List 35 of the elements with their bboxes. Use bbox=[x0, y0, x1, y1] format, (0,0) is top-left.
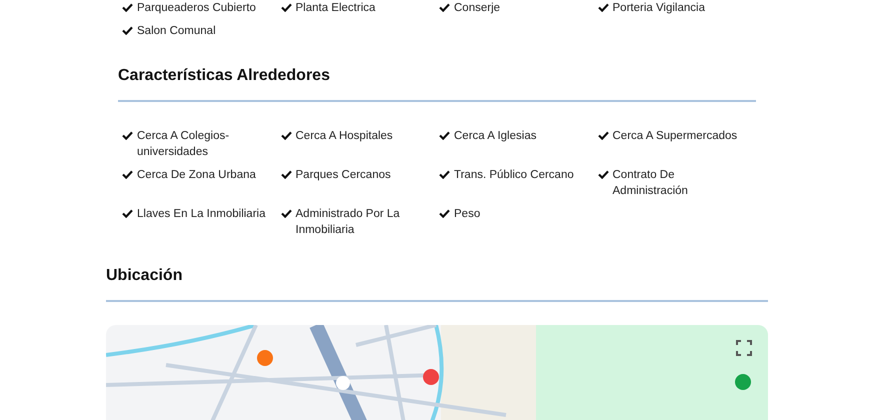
feature-label: Cerca A Iglesias bbox=[454, 129, 538, 144]
check-icon bbox=[439, 131, 450, 140]
feature-label: Contrato De Administración bbox=[612, 168, 689, 199]
feature-label: Administrado Por La Inmobiliaria bbox=[296, 207, 401, 238]
check-icon bbox=[439, 209, 450, 218]
check-icon bbox=[598, 3, 608, 12]
feature-label: Parqueaderos Cubierto bbox=[137, 1, 257, 16]
check-icon bbox=[598, 170, 608, 179]
check-icon bbox=[280, 3, 292, 12]
feature-label: Trans. Público Cercano bbox=[454, 168, 575, 183]
feature-label: Parques Cercanos bbox=[296, 168, 392, 183]
check-icon bbox=[439, 170, 450, 179]
check-icon bbox=[280, 170, 292, 179]
feature-label: Llaves En La Inmobiliaria bbox=[137, 207, 266, 222]
check-icon bbox=[122, 131, 133, 140]
check-icon bbox=[122, 26, 133, 35]
feature-label: Cerca De Zona Urbana bbox=[137, 168, 257, 183]
feature-label: Planta Electrica bbox=[296, 1, 376, 16]
feature-label: Cerca A Hospitales bbox=[296, 129, 394, 144]
check-icon bbox=[122, 170, 133, 179]
fullscreen-icon[interactable] bbox=[736, 340, 752, 356]
section-title: Características Alrededores bbox=[118, 66, 331, 86]
check-icon bbox=[122, 3, 133, 12]
feature-label: Cerca A Colegios-universidades bbox=[137, 129, 230, 160]
feature-label: Salon Comunal bbox=[137, 24, 217, 39]
check-icon bbox=[280, 131, 292, 140]
check-icon bbox=[122, 209, 133, 218]
section-title: Ubicación bbox=[106, 266, 184, 286]
check-icon bbox=[439, 3, 450, 12]
feature-label: Cerca A Supermercados bbox=[612, 129, 738, 144]
check-icon bbox=[598, 131, 608, 140]
feature-label: Peso bbox=[454, 207, 482, 222]
check-icon bbox=[280, 209, 292, 218]
feature-label: Porteria Vigilancia bbox=[612, 1, 706, 16]
feature-label: Conserje bbox=[454, 1, 502, 16]
